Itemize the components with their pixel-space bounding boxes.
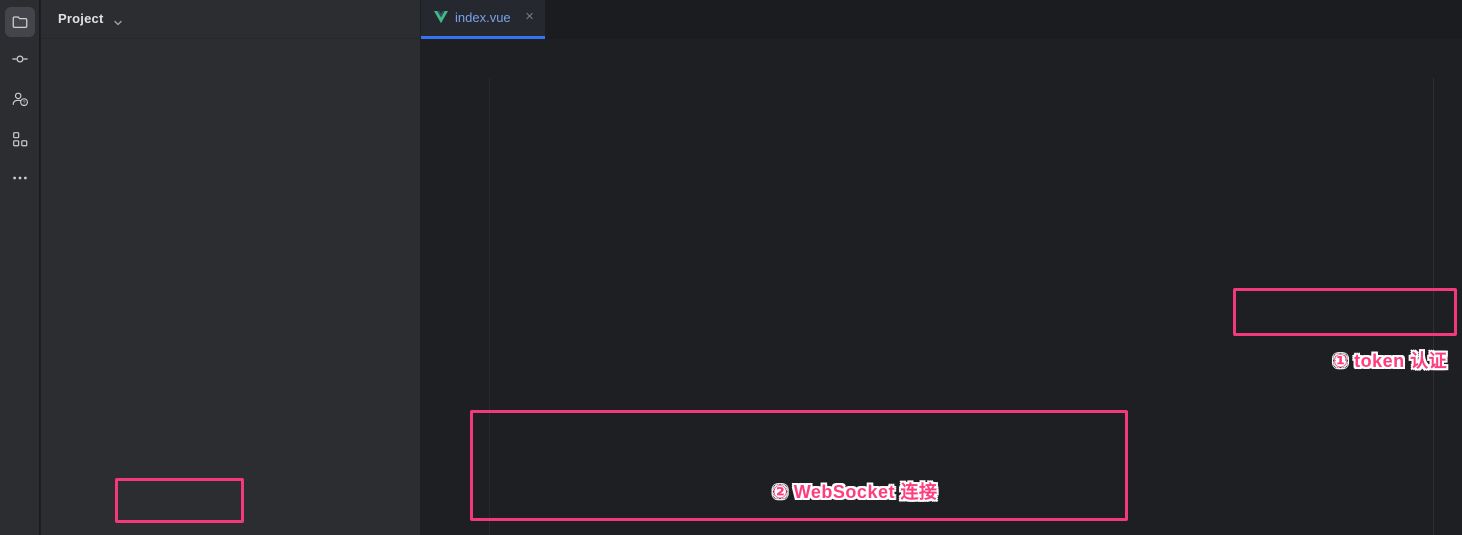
annotation-label-websocket-connect: ② WebSocket 连接	[705, 478, 1005, 504]
more-icon[interactable]	[5, 163, 35, 193]
tab-index-vue[interactable]: index.vue ✕	[421, 0, 545, 36]
users-help-icon[interactable]: ?	[5, 84, 35, 114]
project-panel-header: Project	[41, 0, 420, 39]
gutter-separator	[489, 78, 490, 535]
annotation-box-websocket-tree	[115, 478, 244, 523]
editor-tab-bar: index.vue ✕	[421, 0, 1462, 39]
code-area[interactable]	[421, 39, 1462, 535]
commit-icon[interactable]	[5, 44, 35, 74]
annotation-label-token: ① token 认证	[1290, 347, 1462, 373]
chevron-down-icon[interactable]	[113, 15, 123, 33]
tab-close-icon[interactable]: ✕	[525, 10, 534, 23]
project-panel-title[interactable]: Project	[58, 11, 103, 26]
project-folder-icon[interactable]	[5, 7, 35, 37]
right-margin-guide	[1433, 78, 1434, 535]
activity-bar: ?	[0, 0, 40, 535]
project-panel: Project	[41, 0, 420, 535]
structure-icon[interactable]	[5, 124, 35, 154]
vue-icon	[434, 11, 448, 29]
svg-text:?: ?	[23, 100, 26, 106]
tab-label: index.vue	[455, 10, 511, 25]
ide-window: ? Project index.vue ✕	[0, 0, 1462, 535]
editor: index.vue ✕ ① token 认证 ② WebSocket 连接	[421, 0, 1462, 535]
